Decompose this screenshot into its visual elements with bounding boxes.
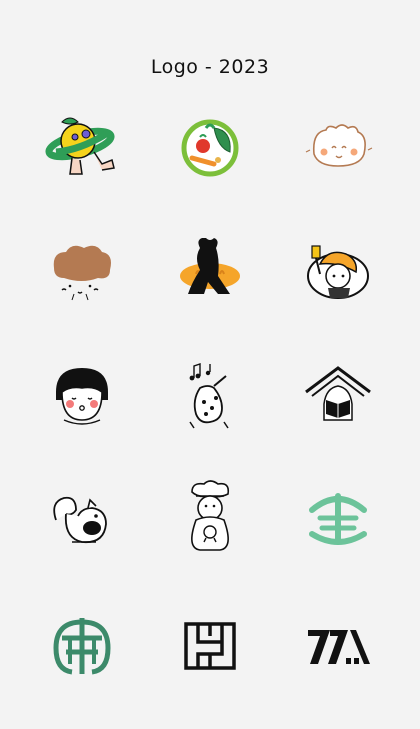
green-character-mark-icon — [298, 480, 378, 560]
dumpling-face-icon — [298, 108, 378, 188]
house-reader-icon — [298, 358, 378, 438]
chef-girl-spatula-icon — [298, 234, 378, 314]
squirrel-icon — [42, 480, 122, 560]
bob-hair-girl-icon — [42, 358, 122, 438]
green-seal-character-icon — [42, 608, 122, 688]
salad-bowl-icon — [170, 108, 250, 188]
maze-square-icon — [170, 608, 250, 688]
geometric-letters-icon — [298, 608, 378, 688]
bear-bread-icon — [170, 230, 250, 310]
lemon-planet-character-icon — [42, 108, 122, 188]
music-gourd-icon — [170, 358, 250, 438]
chef-bear-icon — [170, 476, 250, 556]
page-title: Logo - 2023 — [150, 56, 270, 78]
mushroom-cloud-face-icon — [42, 234, 122, 314]
